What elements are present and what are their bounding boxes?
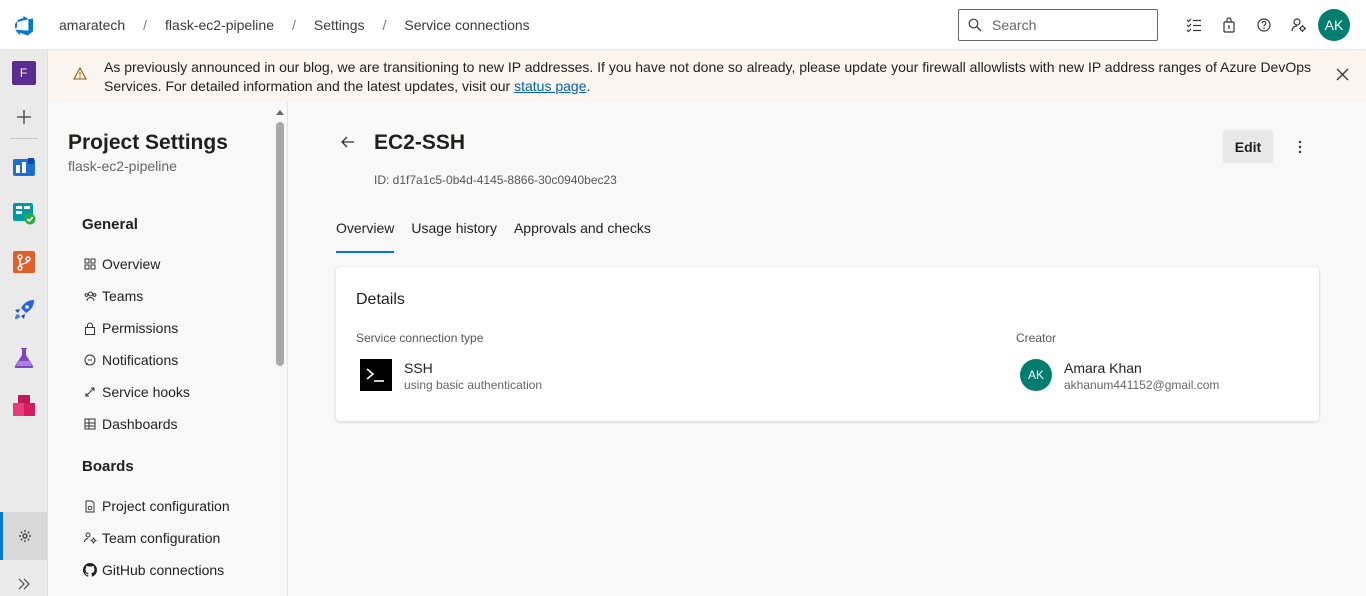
help-icon[interactable] (1246, 13, 1281, 37)
teams-icon (82, 288, 98, 304)
azure-devops-logo-icon[interactable] (0, 0, 48, 50)
edit-button[interactable]: Edit (1223, 130, 1273, 163)
connection-type-auth: using basic authentication (404, 378, 543, 392)
artifacts-hub-icon[interactable] (0, 386, 47, 426)
type-label: Service connection type (356, 331, 484, 345)
notification-chat-icon (82, 352, 98, 368)
nav-notifications[interactable]: Notifications (82, 350, 178, 370)
pipelines-hub-icon[interactable] (0, 290, 47, 330)
nav-permissions[interactable]: Permissions (82, 318, 178, 338)
nav-label: Service hooks (102, 384, 190, 400)
ip-transition-banner: As previously announced in our blog, we … (48, 50, 1366, 102)
panel-scrollbar[interactable] (274, 108, 286, 596)
nav-github-connections[interactable]: GitHub connections (82, 560, 224, 580)
plus-icon (16, 110, 31, 124)
terminal-icon (360, 359, 392, 391)
close-icon[interactable] (1336, 68, 1349, 81)
nav-label: Notifications (102, 352, 179, 368)
tab-approvals-and-checks[interactable]: Approvals and checks (514, 220, 651, 252)
nav-label: Team configuration (102, 530, 221, 546)
new-item-button[interactable] (0, 97, 47, 137)
service-hook-icon (82, 384, 98, 400)
nav-label: Teams (102, 288, 144, 304)
dashboard-grid-icon (82, 416, 98, 432)
expand-rail-button[interactable] (0, 564, 47, 596)
nav-service-hooks[interactable]: Service hooks (82, 382, 190, 402)
details-card: Details Service connection type SSH usin… (336, 267, 1319, 421)
creator-email: akhanum441152@gmail.com (1064, 378, 1220, 392)
back-button[interactable] (341, 135, 355, 153)
project-settings-panel: Project Settings flask-ec2-pipeline Gene… (48, 102, 288, 596)
section-general: General (82, 216, 138, 233)
more-vertical-icon (1298, 140, 1302, 154)
project-config-icon (82, 498, 98, 514)
status-page-link[interactable]: status page (514, 78, 586, 94)
details-heading: Details (356, 291, 405, 308)
repos-hub-icon[interactable] (0, 242, 47, 282)
project-settings-rail-button[interactable] (0, 512, 47, 560)
main-content: EC2-SSH ID: d1f7a1c5-0b4d-4145-8866-30c0… (289, 102, 1366, 596)
work-items-list-icon[interactable] (1176, 13, 1211, 37)
lock-icon (82, 320, 98, 336)
nav-team-configuration[interactable]: Team configuration (82, 528, 220, 548)
arrow-left-icon (341, 136, 354, 148)
scroll-thumb[interactable] (276, 122, 284, 366)
nav-label: GitHub connections (102, 562, 225, 578)
search-placeholder: Search (992, 17, 1037, 33)
test-plans-hub-icon[interactable] (0, 338, 47, 378)
overview-hub-icon[interactable] (0, 146, 47, 186)
left-navigation-rail: F (0, 50, 48, 596)
search-input[interactable]: Search (958, 9, 1158, 41)
team-config-icon (82, 530, 98, 546)
marketplace-bag-icon[interactable] (1211, 13, 1246, 37)
page-title: EC2-SSH (374, 131, 466, 154)
nav-overview[interactable]: Overview (82, 254, 160, 274)
top-header: amaratech / flask-ec2-pipeline / Setting… (0, 0, 1366, 50)
project-avatar: F (11, 61, 36, 85)
double-chevron-right-icon (18, 578, 30, 590)
user-avatar[interactable]: AK (1318, 9, 1350, 41)
creator-avatar: AK (1020, 359, 1052, 391)
banner-message: As previously announced in our blog, we … (104, 58, 1324, 96)
more-actions-button[interactable] (1289, 136, 1311, 158)
breadcrumb-separator: / (292, 16, 296, 33)
breadcrumb: amaratech / flask-ec2-pipeline / Setting… (59, 17, 530, 33)
github-icon (82, 562, 98, 578)
boards-hub-icon[interactable] (0, 193, 47, 233)
user-settings-icon[interactable] (1281, 13, 1316, 37)
nav-teams[interactable]: Teams (82, 286, 143, 306)
breadcrumb-org[interactable]: amaratech (59, 17, 125, 33)
nav-label: Permissions (102, 320, 179, 336)
tab-bar: Overview Usage history Approvals and che… (336, 220, 668, 253)
overview-icon (82, 256, 98, 272)
warning-icon (73, 67, 87, 80)
nav-label: Project configuration (102, 498, 230, 514)
nav-project-configuration[interactable]: Project configuration (82, 496, 230, 516)
banner-text: As previously announced in our blog, we … (104, 59, 1312, 94)
tab-usage-history[interactable]: Usage history (411, 220, 497, 252)
tab-overview[interactable]: Overview (336, 220, 395, 253)
panel-title: Project Settings (68, 131, 228, 154)
creator-label: Creator (1016, 331, 1057, 345)
breadcrumb-service-connections[interactable]: Service connections (404, 17, 529, 33)
panel-subtitle: flask-ec2-pipeline (68, 158, 177, 174)
nav-dashboards[interactable]: Dashboards (82, 414, 178, 434)
breadcrumb-separator: / (143, 16, 148, 33)
creator-name: Amara Khan (1064, 360, 1142, 376)
nav-label: Dashboards (102, 416, 178, 432)
search-icon (968, 18, 982, 32)
nav-label: Overview (102, 256, 161, 272)
project-switcher[interactable]: F (0, 53, 47, 93)
connection-id: ID: d1f7a1c5-0b4d-4145-8866-30c0940bec23 (374, 173, 617, 187)
breadcrumb-settings[interactable]: Settings (314, 17, 365, 33)
banner-text-end: . (586, 78, 591, 94)
breadcrumb-project[interactable]: flask-ec2-pipeline (165, 17, 274, 33)
section-boards: Boards (82, 458, 134, 475)
breadcrumb-separator: / (382, 16, 387, 33)
scroll-up-arrow-icon[interactable] (276, 110, 284, 115)
rail-divider (10, 138, 38, 139)
connection-type-name: SSH (404, 360, 433, 376)
gear-icon (19, 530, 31, 542)
